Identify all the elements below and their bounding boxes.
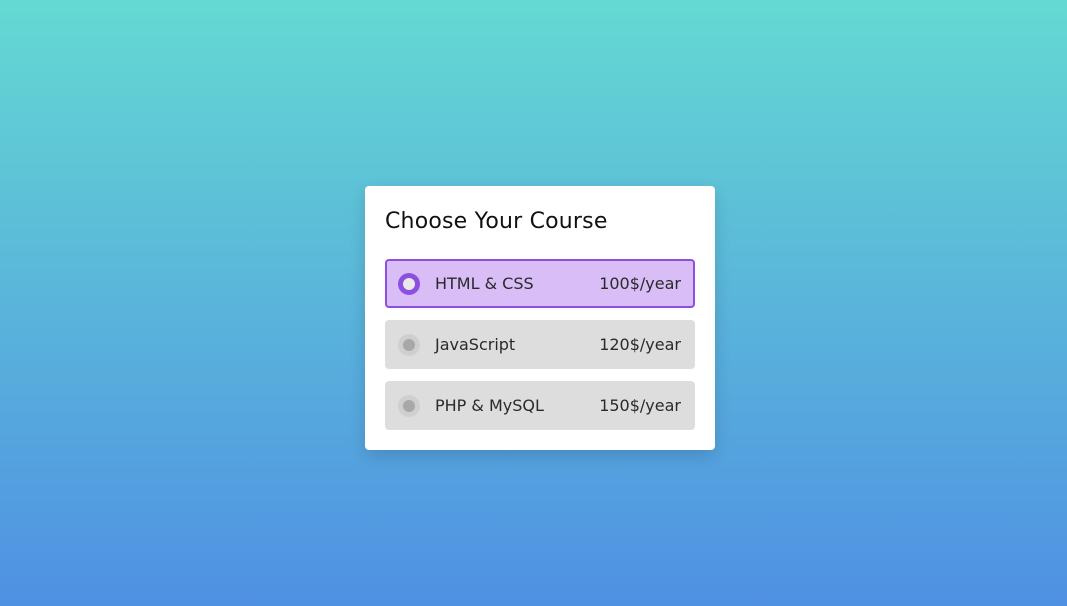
course-option-javascript[interactable]: JavaScript 120$/year (385, 320, 695, 369)
course-options: HTML & CSS 100$/year JavaScript 120$/yea… (385, 259, 695, 430)
radio-dot-icon (403, 399, 415, 412)
course-label: JavaScript (435, 335, 516, 354)
radio-dot-icon (403, 338, 415, 351)
course-price: 120$/year (599, 335, 681, 354)
course-price: 150$/year (599, 396, 681, 415)
card-title: Choose Your Course (385, 209, 608, 234)
course-label: PHP & MySQL (435, 396, 544, 415)
course-selection-card: Choose Your Course HTML & CSS 100$/year … (365, 186, 715, 450)
radio-unselected-icon[interactable] (398, 394, 420, 417)
course-price: 100$/year (599, 274, 681, 293)
course-label: HTML & CSS (435, 274, 534, 293)
radio-unselected-icon[interactable] (398, 333, 420, 356)
course-option-php-mysql[interactable]: PHP & MySQL 150$/year (385, 381, 695, 430)
radio-dot-icon (403, 277, 415, 290)
radio-selected-icon[interactable] (398, 272, 420, 295)
course-option-html-css[interactable]: HTML & CSS 100$/year (385, 259, 695, 308)
